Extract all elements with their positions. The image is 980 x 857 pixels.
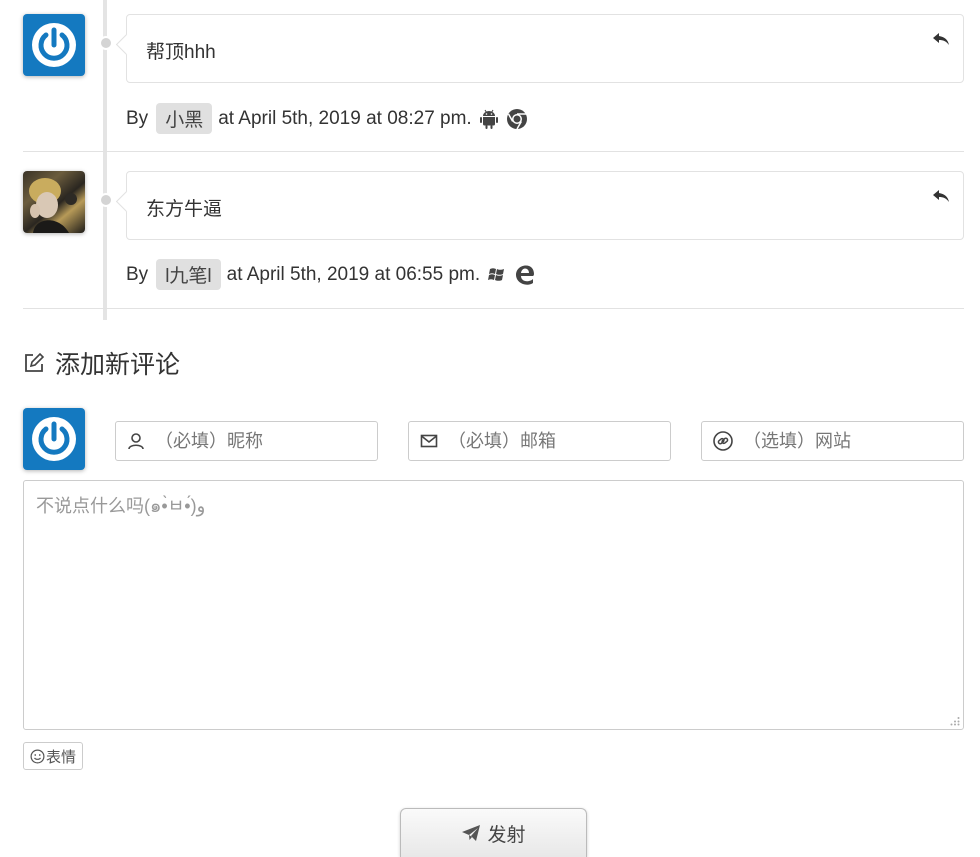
- user-icon: [128, 433, 144, 450]
- emoji-button-label: 表情: [46, 748, 77, 766]
- name-field[interactable]: [115, 421, 378, 461]
- comment-divider: [23, 151, 964, 152]
- edit-icon: [25, 352, 45, 372]
- email-input[interactable]: [448, 430, 648, 452]
- resize-grip-icon[interactable]: [950, 716, 960, 726]
- comment-author[interactable]: l九笔l: [156, 259, 221, 290]
- comment-author[interactable]: 小黑: [156, 103, 213, 134]
- comment-meta: By 小黑 at April 5th, 2019 at 08:27 pm.: [126, 103, 528, 134]
- send-icon: [462, 825, 481, 841]
- comment-textarea[interactable]: [24, 481, 963, 729]
- add-comment-title: 添加新评论: [23, 345, 180, 381]
- comment-meta: By l九笔l at April 5th, 2019 at 06:55 pm.: [126, 259, 536, 290]
- submit-button[interactable]: 发射: [400, 808, 587, 857]
- comment-date: at April 5th, 2019 at 08:27 pm.: [218, 107, 472, 129]
- link-icon: [713, 431, 733, 451]
- windows-icon: [488, 267, 505, 281]
- mail-icon: [420, 434, 438, 448]
- by-label: By: [126, 263, 149, 285]
- comment-divider: [23, 308, 964, 309]
- comment-bubble: 帮顶hhh: [126, 14, 964, 83]
- avatar[interactable]: [23, 14, 85, 76]
- comment-text: 东方牛逼: [146, 199, 223, 220]
- avatar[interactable]: [23, 171, 85, 233]
- comment-bubble: 东方牛逼: [126, 171, 964, 240]
- by-label: By: [126, 107, 149, 129]
- reply-icon[interactable]: [931, 29, 951, 49]
- url-field[interactable]: [701, 421, 964, 461]
- android-icon: [479, 109, 498, 129]
- user-photo: [29, 178, 77, 233]
- comment-date: at April 5th, 2019 at 06:55 pm.: [226, 263, 481, 285]
- reply-icon[interactable]: [931, 186, 951, 206]
- form-avatar: [23, 408, 85, 470]
- power-logo-icon: [32, 23, 76, 67]
- timeline-dot: [99, 193, 113, 207]
- comment-text: 帮顶hhh: [146, 42, 216, 63]
- smiley-icon: [30, 749, 45, 763]
- edge-icon: [516, 265, 535, 285]
- comment-textarea-wrap: [23, 480, 964, 730]
- name-input[interactable]: [155, 430, 355, 452]
- timeline-dot: [99, 36, 113, 50]
- email-field[interactable]: [408, 421, 671, 461]
- submit-button-label: 发射: [487, 824, 526, 846]
- add-comment-title-text: 添加新评论: [55, 351, 181, 379]
- chrome-icon: [506, 108, 527, 129]
- power-logo-icon: [32, 417, 76, 461]
- emoji-button[interactable]: 表情: [23, 742, 84, 770]
- url-input[interactable]: [743, 430, 943, 452]
